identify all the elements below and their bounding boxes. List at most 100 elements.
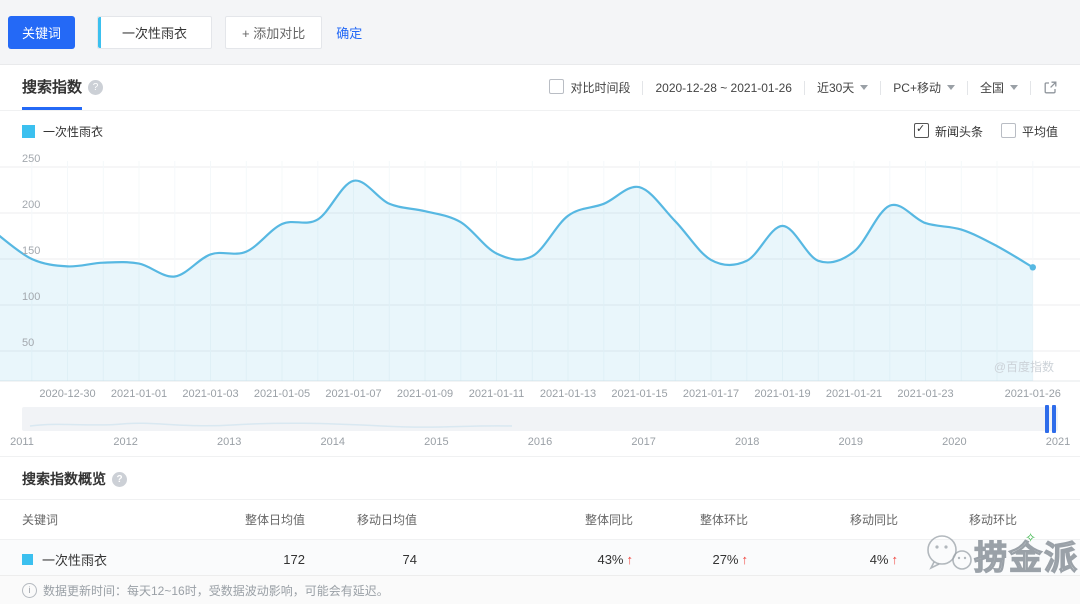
overview-table-header: 关键词 整体日均值 移动日均值 整体同比 整体环比 移动同比 移动环比 xyxy=(0,499,1080,540)
divider xyxy=(967,81,968,95)
col-overall-mom: 整体环比 xyxy=(633,511,748,528)
timeline-year-label: 2020 xyxy=(942,436,966,448)
compare-period-checkbox[interactable]: 对比时间段 xyxy=(549,79,630,96)
input-accent-bar xyxy=(98,17,101,48)
svg-text:2021-01-17: 2021-01-17 xyxy=(683,388,739,400)
help-icon[interactable]: ? xyxy=(112,472,127,487)
range-dropdown-value: 近30天 xyxy=(817,79,854,96)
timeline-year-label: 2018 xyxy=(735,436,759,448)
tab-search-index[interactable]: 搜索指数 xyxy=(22,65,82,110)
timeline-year-label: 2019 xyxy=(839,436,863,448)
checkbox-icon xyxy=(549,79,564,94)
col-mobile-mom: 移动环比 xyxy=(898,511,1017,528)
info-icon: i xyxy=(22,583,37,598)
table-row: 一次性雨衣 172 74 43%↑ 27%↑ 4%↑ xyxy=(0,540,1080,578)
mobile-daily-avg-value: 74 xyxy=(305,552,417,567)
compare-period-label: 对比时间段 xyxy=(570,81,630,95)
col-mobile-daily-avg: 移动日均值 xyxy=(305,511,417,528)
col-overall-daily-avg: 整体日均值 xyxy=(232,511,305,528)
platform-dropdown[interactable]: PC+移动 xyxy=(893,79,955,96)
svg-text:2020-12-30: 2020-12-30 xyxy=(39,388,95,400)
chevron-down-icon xyxy=(860,85,868,90)
chevron-down-icon xyxy=(1010,85,1018,90)
svg-text:200: 200 xyxy=(22,199,40,211)
chart-legend-row: 一次性雨衣 新闻头条 平均值 xyxy=(0,111,1080,151)
timeline-year-axis: 2011201220132014201520162017201820192020… xyxy=(22,434,1058,456)
add-compare-button[interactable]: + 添加对比 xyxy=(225,16,322,49)
timeline-track[interactable] xyxy=(22,407,1058,431)
svg-text:2021-01-05: 2021-01-05 xyxy=(254,388,310,400)
svg-text:2021-01-11: 2021-01-11 xyxy=(469,388,524,400)
keyword-cell-label: 一次性雨衣 xyxy=(42,550,107,569)
chevron-down-icon xyxy=(947,85,955,90)
overview-title: 搜索指数概览 xyxy=(22,469,106,489)
svg-text:250: 250 xyxy=(22,153,40,165)
divider xyxy=(880,81,881,95)
timeline-year-label: 2015 xyxy=(424,436,448,448)
news-headline-checkbox[interactable]: 新闻头条 xyxy=(914,123,983,140)
search-index-overview: 搜索指数概览 ? 关键词 整体日均值 移动日均值 整体同比 整体环比 移动同比 … xyxy=(0,456,1080,578)
svg-text:2021-01-13: 2021-01-13 xyxy=(540,388,596,400)
timeline-year-label: 2016 xyxy=(528,436,552,448)
svg-text:2021-01-19: 2021-01-19 xyxy=(754,388,810,400)
col-keyword: 关键词 xyxy=(22,511,232,528)
overall-daily-avg-value: 172 xyxy=(232,552,305,567)
svg-text:100: 100 xyxy=(22,291,40,303)
external-link-icon[interactable] xyxy=(1043,80,1058,95)
series-color-swatch xyxy=(22,125,35,138)
svg-text:2021-01-07: 2021-01-07 xyxy=(325,388,381,400)
divider xyxy=(804,81,805,95)
news-headline-label: 新闻头条 xyxy=(935,125,983,139)
svg-text:2021-01-26: 2021-01-26 xyxy=(1005,388,1061,400)
panel-header: 搜索指数 ? 对比时间段 2020-12-28 ~ 2021-01-26 近30… xyxy=(0,65,1080,111)
svg-text:150: 150 xyxy=(22,245,40,257)
svg-text:2021-01-21: 2021-01-21 xyxy=(826,388,882,400)
checkbox-icon xyxy=(914,123,929,138)
confirm-link[interactable]: 确定 xyxy=(336,23,362,42)
overall-yoy-value: 43%↑ xyxy=(417,552,633,567)
svg-text:2021-01-01: 2021-01-01 xyxy=(111,388,167,400)
average-label: 平均值 xyxy=(1022,125,1058,139)
divider xyxy=(642,81,643,95)
timeline-year-label: 2021 xyxy=(1046,436,1070,448)
timeline-year-label: 2011 xyxy=(10,436,34,448)
svg-text:50: 50 xyxy=(22,337,34,349)
timeline-slider: 2011 2012 2013 2014 2015 2016 2017 2018 2019 2020… xyxy=(0,403,1080,456)
range-dropdown[interactable]: 近30天 xyxy=(817,79,868,96)
data-update-note: i 数据更新时间：每天12~16时，受数据波动影响，可能会有延迟。 xyxy=(0,575,1080,604)
checkbox-icon xyxy=(1001,123,1016,138)
col-mobile-yoy: 移动同比 xyxy=(748,511,898,528)
timeline-sparkline xyxy=(22,407,522,431)
trend-chart-svg: 50 100 150 200 250 2020-12-30 2021-01-01 2021-0… xyxy=(0,151,1080,403)
series-color-swatch xyxy=(22,554,33,565)
timeline-range-handle[interactable] xyxy=(1045,405,1056,433)
keyword-input-value: 一次性雨衣 xyxy=(98,23,211,42)
timeline-year-label: 2013 xyxy=(217,436,241,448)
col-overall-yoy: 整体同比 xyxy=(417,511,633,528)
timeline-year-label: 2017 xyxy=(631,436,655,448)
keyword-cell[interactable]: 一次性雨衣 xyxy=(22,550,232,569)
svg-text:2021-01-03: 2021-01-03 xyxy=(182,388,238,400)
overall-mom-value: 27%↑ xyxy=(633,552,748,567)
help-icon[interactable]: ? xyxy=(88,80,103,95)
svg-text:2021-01-09: 2021-01-09 xyxy=(397,388,453,400)
baidu-index-page: 关键词 一次性雨衣 + 添加对比 确定 搜索指数 ? 对比时间段 2020-12… xyxy=(0,0,1080,604)
timeline-year-label: 2014 xyxy=(321,436,345,448)
date-range-picker[interactable]: 2020-12-28 ~ 2021-01-26 xyxy=(655,81,791,95)
series-legend[interactable]: 一次性雨衣 xyxy=(22,123,103,140)
keyword-input[interactable]: 一次性雨衣 xyxy=(97,16,212,49)
data-update-note-text: 数据更新时间：每天12~16时，受数据波动影响，可能会有延迟。 xyxy=(43,582,389,599)
keyword-toolbar: 关键词 一次性雨衣 + 添加对比 确定 xyxy=(0,0,1080,64)
divider xyxy=(1030,81,1031,95)
trend-chart[interactable]: 50 100 150 200 250 2020-12-30 2021-01-01 2021-0… xyxy=(0,151,1080,403)
up-arrow-icon: ↑ xyxy=(892,552,899,567)
keyword-button[interactable]: 关键词 xyxy=(8,16,75,49)
series-legend-label: 一次性雨衣 xyxy=(43,123,103,140)
timeline-year-label: 2012 xyxy=(113,436,137,448)
region-dropdown[interactable]: 全国 xyxy=(980,79,1018,96)
svg-text:2021-01-23: 2021-01-23 xyxy=(897,388,953,400)
mobile-yoy-value: 4%↑ xyxy=(748,552,898,567)
search-index-panel: 搜索指数 ? 对比时间段 2020-12-28 ~ 2021-01-26 近30… xyxy=(0,64,1080,604)
average-checkbox[interactable]: 平均值 xyxy=(1001,123,1058,140)
platform-dropdown-value: PC+移动 xyxy=(893,79,941,96)
